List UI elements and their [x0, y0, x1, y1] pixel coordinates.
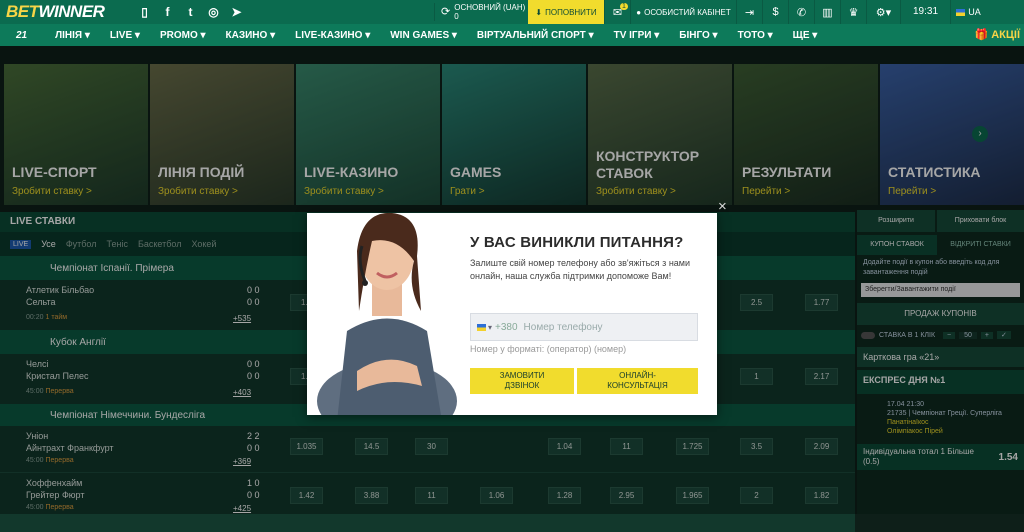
modal-text: Залиште свій номер телефону або зв'яжіть…: [470, 258, 691, 281]
messages-badge: 1: [620, 3, 628, 10]
close-icon[interactable]: ×: [718, 199, 727, 214]
online-consultation-button[interactable]: ОНЛАЙН-КОНСУЛЬТАЦІЯ: [577, 368, 698, 394]
main-nav: 21 ЛІНІЯ ▾ LIVE ▾ PROMO ▾ КАЗИНО ▾ LIVE-…: [0, 24, 1024, 46]
dollar-icon[interactable]: $: [762, 0, 788, 24]
account-balance[interactable]: ⟳ ОСНОВНИЙ (UAH) 0: [434, 3, 526, 21]
chevron-down-icon[interactable]: ▾: [488, 323, 492, 332]
support-agent-image: [317, 191, 457, 415]
nav-item-casino[interactable]: КАЗИНО ▾: [216, 30, 286, 41]
phone-icon[interactable]: ✆: [788, 0, 814, 24]
telegram-icon[interactable]: ➤: [231, 6, 242, 18]
promo-link[interactable]: 🎁 АКЦІЇ: [974, 24, 1020, 46]
nav-item-21[interactable]: 21: [0, 30, 45, 41]
flag-ua-icon: [956, 8, 966, 16]
messages-button[interactable]: ✉ 1: [604, 0, 630, 24]
phone-input[interactable]: ▾ +380 Номер телефону: [470, 313, 698, 341]
logout-icon[interactable]: ⇥: [736, 0, 762, 24]
language-select[interactable]: UA: [950, 0, 986, 24]
settings-icon[interactable]: ⚙▾: [866, 0, 900, 24]
support-modal: У ВАС ВИНИКЛИ ПИТАННЯ? Залиште свій номе…: [307, 212, 717, 415]
trophy-icon[interactable]: ♛: [840, 0, 866, 24]
modal-title: У ВАС ВИНИКЛИ ПИТАННЯ?: [470, 234, 684, 251]
logo[interactable]: BETWINNER: [0, 2, 135, 22]
nav-item-virtual[interactable]: ВІРТУАЛЬНИЙ СПОРТ ▾: [467, 30, 604, 41]
social-links: ▯ f t ◎ ➤: [139, 6, 242, 18]
gift-icon: 🎁: [974, 29, 989, 41]
nav-item-win-games[interactable]: WIN GAMES ▾: [380, 30, 467, 41]
nav-item-live[interactable]: LIVE ▾: [100, 30, 150, 41]
cabinet-button[interactable]: ● ОСОБИСТИЙ КАБІНЕТ: [630, 0, 736, 24]
country-code: +380: [495, 321, 518, 333]
twitter-icon[interactable]: t: [185, 6, 196, 18]
phone-placeholder: Номер телефону: [523, 321, 603, 333]
nav-item-more[interactable]: ЩЕ ▾: [783, 30, 828, 41]
nav-item-line[interactable]: ЛІНІЯ ▾: [45, 30, 100, 41]
flag-ua-icon: [477, 323, 486, 331]
user-icon: ●: [636, 7, 642, 17]
clock: 19:31: [900, 0, 950, 24]
nav-item-tv-games[interactable]: TV ІГРИ ▾: [604, 30, 670, 41]
download-icon: ⬇: [535, 7, 543, 17]
stats-icon[interactable]: ▥: [814, 0, 840, 24]
facebook-icon[interactable]: f: [162, 6, 173, 18]
top-bar: BETWINNER ▯ f t ◎ ➤ ⟳ ОСНОВНИЙ (UAH) 0 ⬇ П…: [0, 0, 1024, 24]
mobile-icon[interactable]: ▯: [139, 6, 150, 18]
nav-item-bingo[interactable]: БІНГО ▾: [669, 30, 727, 41]
phone-format-hint: Номер у форматі: (оператор) (номер): [470, 344, 627, 354]
request-call-button[interactable]: ЗАМОВИТИ ДЗВІНОК: [470, 368, 574, 394]
refresh-icon[interactable]: ⟳: [441, 6, 450, 17]
nav-item-promo[interactable]: PROMO ▾: [150, 30, 216, 41]
deposit-button[interactable]: ⬇ ПОПОВНИТИ: [528, 0, 604, 24]
nav-item-live-casino[interactable]: LIVE-КАЗИНО ▾: [285, 30, 380, 41]
instagram-icon[interactable]: ◎: [208, 6, 219, 18]
nav-item-toto[interactable]: ТОТО ▾: [728, 30, 783, 41]
